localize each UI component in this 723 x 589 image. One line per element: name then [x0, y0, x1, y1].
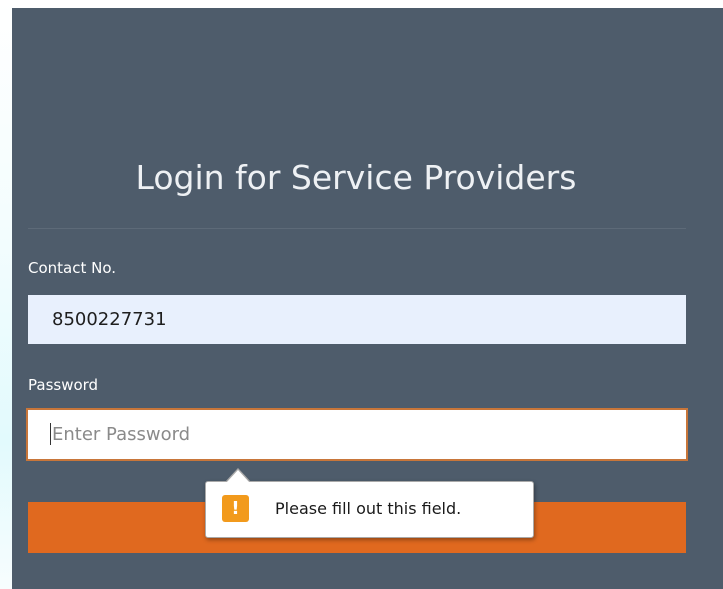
- validation-tooltip: ! Please fill out this field.: [205, 481, 534, 538]
- warning-icon: !: [222, 495, 249, 522]
- tooltip-arrow-fill: [226, 470, 250, 483]
- password-field[interactable]: Enter Password: [26, 408, 688, 461]
- contact-field[interactable]: 8500227731: [28, 295, 686, 344]
- password-placeholder: Enter Password: [52, 424, 191, 445]
- contact-label: Contact No.: [28, 259, 117, 277]
- title-divider: [28, 228, 686, 229]
- password-label: Password: [28, 376, 99, 394]
- page-title: Login for Service Providers: [135, 158, 577, 197]
- background-strip: [0, 0, 12, 589]
- validation-message: Please fill out this field.: [275, 499, 462, 518]
- text-caret: [50, 423, 51, 445]
